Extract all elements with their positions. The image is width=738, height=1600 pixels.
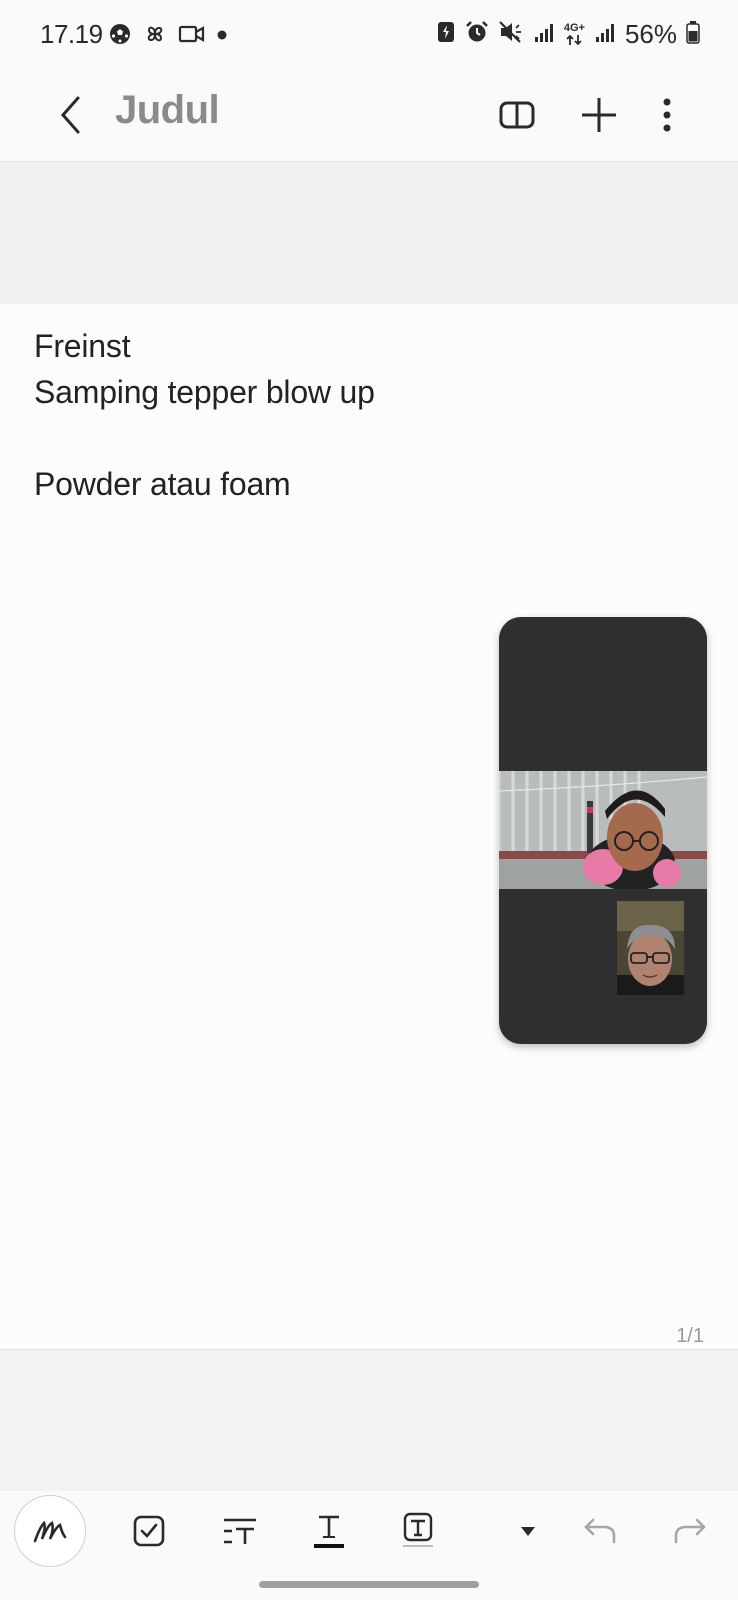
signal-icon — [533, 21, 555, 48]
video-call-icon — [178, 23, 206, 50]
text-format-button[interactable] — [214, 1505, 266, 1557]
plus-icon — [582, 98, 616, 132]
more-tools-dropdown[interactable] — [502, 1505, 554, 1557]
text-box-icon — [403, 1512, 433, 1547]
battery-icon — [686, 20, 700, 49]
more-options-button[interactable] — [639, 86, 695, 144]
caret-down-icon — [521, 1527, 535, 1536]
page-title[interactable]: Judul — [115, 88, 220, 133]
status-bar: 17.19 4G+ 56% — [0, 0, 738, 70]
note-line[interactable]: Samping tepper blow up — [34, 374, 375, 411]
battery-percent: 56% — [624, 19, 677, 49]
format-toolbar — [0, 1491, 738, 1569]
reading-mode-button[interactable] — [489, 86, 545, 144]
chevron-left-icon — [60, 96, 80, 134]
add-button[interactable] — [571, 86, 627, 144]
note-line[interactable]: Powder atau foam — [34, 466, 291, 503]
pen-scribble-icon — [33, 1520, 67, 1543]
text-format-icon — [224, 1518, 256, 1544]
text-box-button[interactable] — [392, 1505, 444, 1557]
handwriting-button[interactable] — [14, 1495, 86, 1567]
soccer-ball-icon — [108, 22, 132, 51]
back-button[interactable] — [46, 86, 96, 144]
book-icon — [499, 101, 535, 129]
redo-button[interactable] — [664, 1505, 716, 1557]
app-bar: Judul — [0, 70, 738, 162]
undo-button[interactable] — [574, 1505, 626, 1557]
text-underline-icon — [314, 1515, 344, 1548]
self-video-feed[interactable] — [617, 901, 684, 995]
checkbox-button[interactable] — [123, 1505, 175, 1557]
remote-video-feed — [499, 771, 707, 889]
alarm-icon — [465, 20, 489, 49]
status-right-icons: 4G+ 56% — [436, 19, 700, 50]
pinwheel-icon — [142, 21, 168, 52]
page-indicator: 1/1 — [676, 1325, 704, 1347]
redo-icon — [674, 1518, 706, 1544]
mute-icon — [498, 20, 524, 49]
more-vertical-icon — [663, 98, 671, 132]
status-time: 17.19 — [40, 19, 103, 49]
text-style-button[interactable] — [303, 1505, 355, 1557]
undo-icon — [584, 1518, 616, 1544]
signal-icon-2 — [594, 21, 616, 48]
checkbox-icon — [133, 1515, 165, 1547]
network-4g-icon: 4G+ — [564, 23, 585, 46]
header-spacer — [0, 162, 738, 304]
network-label: 4G+ — [563, 22, 585, 34]
dot-icon — [216, 28, 228, 46]
battery-saver-icon — [436, 20, 456, 49]
note-line[interactable]: Freinst — [34, 328, 131, 365]
status-left-icons — [108, 21, 228, 52]
keyboard-spacer — [0, 1349, 738, 1491]
home-indicator[interactable] — [259, 1581, 479, 1588]
video-call-floating-window[interactable] — [499, 617, 707, 1044]
navigation-bar — [0, 1569, 738, 1600]
